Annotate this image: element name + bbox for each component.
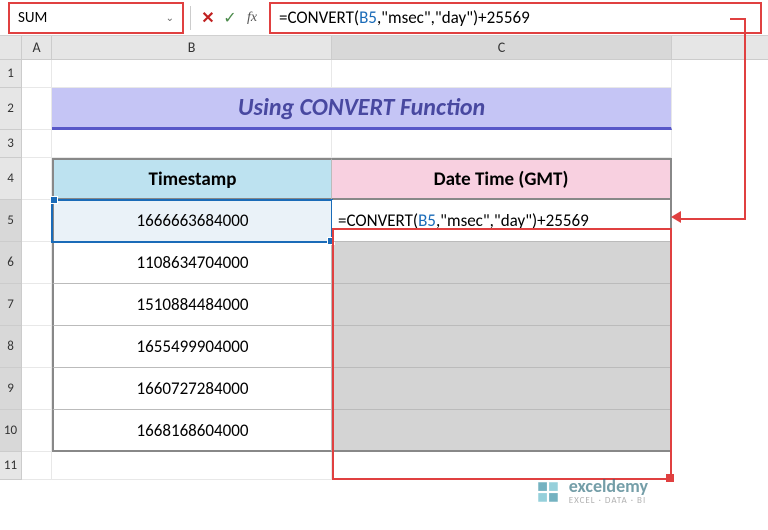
row-11: 11 [0,452,768,480]
separator [190,6,191,30]
cell-A6[interactable] [22,242,52,284]
row-5: 5 1666663684000 =CONVERT(B5,"msec","day"… [0,200,768,242]
row-9: 9 1660727284000 [0,368,768,410]
cell-C1[interactable] [332,60,672,88]
cell-A1[interactable] [22,60,52,88]
row-4: 4 Timestamp Date Time (GMT) [0,158,768,200]
cell-B11[interactable] [52,452,332,480]
spreadsheet-grid: A B C 1 2 Using CONVERT Function 3 4 Tim… [0,36,768,480]
fx-icon[interactable]: fx [241,10,263,26]
cell-A9[interactable] [22,368,52,410]
row-header-9[interactable]: 9 [0,368,22,410]
row-header-5[interactable]: 5 [0,200,22,242]
row-3: 3 [0,130,768,158]
annotation-arrow [676,218,746,220]
cell-A5[interactable] [22,200,52,242]
cell-B9[interactable]: 1660727284000 [52,368,332,410]
cancel-icon[interactable]: ✕ [197,8,219,28]
col-header-C[interactable]: C [332,36,672,59]
cell-B6[interactable]: 1108634704000 [52,242,332,284]
watermark-tag: EXCEL · DATA · BI [569,495,648,506]
row-header-11[interactable]: 11 [0,452,22,480]
select-all-corner[interactable] [0,36,22,59]
cell-C5-active[interactable]: =CONVERT(B5,"msec","day")+25569 [332,200,672,242]
row-2: 2 Using CONVERT Function [0,88,768,130]
row-header-8[interactable]: 8 [0,326,22,368]
cell-B8[interactable]: 1655499904000 [52,326,332,368]
row-header-10[interactable]: 10 [0,410,22,452]
row-header-1[interactable]: 1 [0,60,22,88]
cell-C8[interactable] [332,326,672,368]
cell-formula-text: =CONVERT(B5,"msec","day")+25569 [338,210,589,231]
cell-A11[interactable] [22,452,52,480]
row-header-7[interactable]: 7 [0,284,22,326]
cell-A4[interactable] [22,158,52,200]
watermark-name: exceldemy [569,477,648,495]
cell-A2[interactable] [22,88,52,130]
watermark: exceldemy EXCEL · DATA · BI [535,477,648,506]
cell-C7[interactable] [332,284,672,326]
name-box-value: SUM [18,9,47,27]
row-6: 6 1108634704000 [0,242,768,284]
logo-icon [535,479,561,505]
title-cell[interactable]: Using CONVERT Function [52,88,672,130]
formula-text: =CONVERT(B5,"msec","day")+25569 [279,7,530,28]
arrow-head-icon [671,211,681,223]
column-headers: A B C [0,36,768,60]
header-datetime[interactable]: Date Time (GMT) [332,158,672,200]
formula-bar: SUM ⌄ ✕ ✓ fx =CONVERT(B5,"msec","day")+2… [0,0,768,36]
cell-C10[interactable] [332,410,672,452]
formula-input[interactable]: =CONVERT(B5,"msec","day")+25569 [269,2,762,34]
annotation-arrow [744,18,746,218]
row-7: 7 1510884484000 [0,284,768,326]
row-header-3[interactable]: 3 [0,130,22,158]
cell-B5[interactable]: 1666663684000 [52,200,332,242]
cell-A3[interactable] [22,130,52,158]
cell-B3[interactable] [52,130,332,158]
col-header-A[interactable]: A [22,36,52,59]
row-10: 10 1668168604000 [0,410,768,452]
cell-C6[interactable] [332,242,672,284]
cell-B1[interactable] [52,60,332,88]
row-header-4[interactable]: 4 [0,158,22,200]
enter-icon[interactable]: ✓ [219,8,241,28]
chevron-down-icon[interactable]: ⌄ [166,11,174,24]
cell-B10[interactable]: 1668168604000 [52,410,332,452]
row-8: 8 1655499904000 [0,326,768,368]
cell-A8[interactable] [22,326,52,368]
row-1: 1 [0,60,768,88]
cell-A7[interactable] [22,284,52,326]
row-header-6[interactable]: 6 [0,242,22,284]
cell-A10[interactable] [22,410,52,452]
cell-C3[interactable] [332,130,672,158]
name-box[interactable]: SUM ⌄ [8,2,184,34]
header-timestamp[interactable]: Timestamp [52,158,332,200]
row-header-2[interactable]: 2 [0,88,22,130]
cell-B7[interactable]: 1510884484000 [52,284,332,326]
col-header-B[interactable]: B [52,36,332,59]
cell-C9[interactable] [332,368,672,410]
